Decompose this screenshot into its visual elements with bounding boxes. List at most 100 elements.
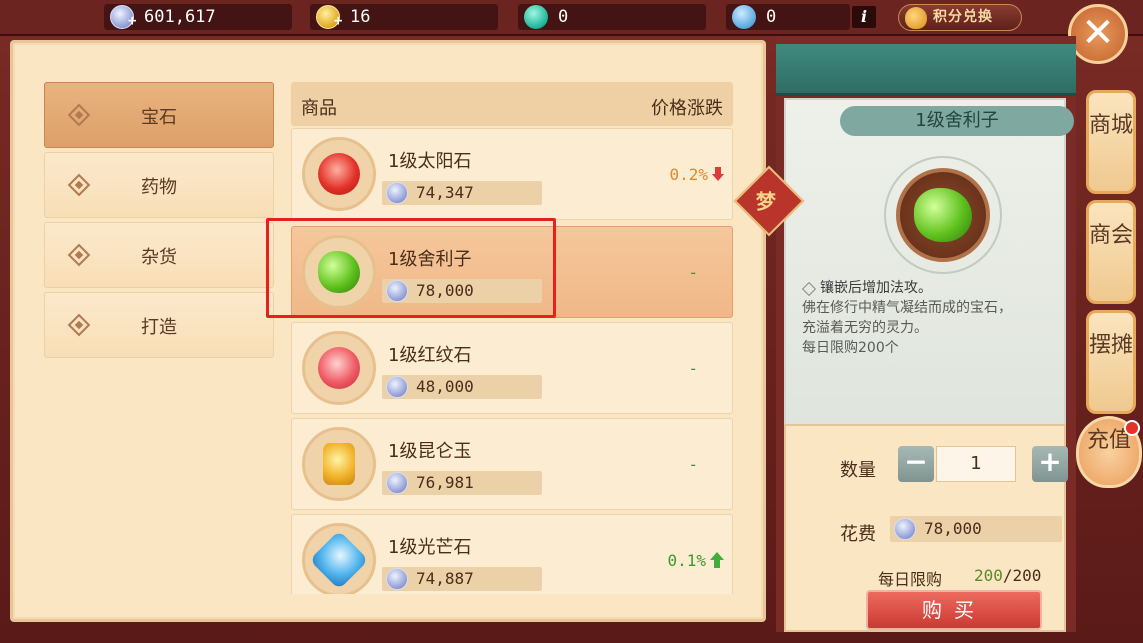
detail-desc-line: 充溢着无穷的灵力。 <box>802 320 928 336</box>
detail-desc-line: 佛在修行中精气凝结而成的宝石， <box>802 300 1012 316</box>
tab-guild[interactable]: 商会 <box>1086 200 1136 304</box>
item-list-header: 商品 价格涨跌 <box>291 82 733 126</box>
column-header-change: 价格涨跌 <box>651 98 723 119</box>
silver-coin-icon <box>386 280 408 302</box>
arrow-down-icon <box>712 167 724 181</box>
daily-limit-used: 200 <box>974 566 1003 585</box>
info-button[interactable]: i <box>852 6 876 28</box>
detail-daily-limit: 每日限购200个 <box>802 340 899 356</box>
diamond-icon <box>67 173 91 197</box>
currency-bar: + 601,617 + 16 0 0 i 积分兑换 <box>0 0 1143 36</box>
silver-coin-icon <box>894 518 916 540</box>
red-stone-icon <box>318 347 360 389</box>
item-price: 74,887 <box>382 567 542 591</box>
close-button[interactable]: ✕ <box>1068 4 1128 64</box>
daily-limit-total: /200 <box>1002 566 1042 585</box>
decrease-button[interactable]: − <box>898 446 934 482</box>
category-label: 杂货 <box>141 247 177 268</box>
item-name: 1级光芒石 <box>388 537 472 558</box>
column-header-item: 商品 <box>301 98 337 119</box>
list-item-selected[interactable]: 1级舍利子 78,000 - <box>291 226 733 318</box>
detail-description: 镶嵌后增加法攻。 佛在修行中精气凝结而成的宝石， 充溢着无穷的灵力。 每日限购2… <box>802 278 1068 358</box>
item-name: 1级红纹石 <box>388 345 472 366</box>
knot-label: 梦 <box>755 189 776 214</box>
increase-button[interactable]: + <box>1032 446 1068 482</box>
price-change-value: 0.1% <box>667 551 706 570</box>
price-change-value: 0.2% <box>669 165 708 184</box>
money-bag-icon <box>905 7 927 29</box>
category-label: 打造 <box>141 317 177 338</box>
item-price: 76,981 <box>382 471 542 495</box>
tab-mall[interactable]: 商城 <box>1086 90 1136 194</box>
plus-icon: + <box>128 13 137 29</box>
item-name: 1级舍利子 <box>388 249 472 270</box>
item-price-value: 48,000 <box>416 377 474 396</box>
plus-icon: + <box>334 13 343 29</box>
category-gems[interactable]: 宝石 <box>44 82 274 148</box>
diamond-icon <box>67 243 91 267</box>
item-price-value: 76,981 <box>416 473 474 492</box>
notification-dot <box>1124 420 1140 436</box>
list-item[interactable]: 1级红纹石 48,000 - <box>291 322 733 414</box>
price-change: 0.1% <box>667 551 724 570</box>
jade-value: 0 <box>558 7 569 27</box>
category-forging[interactable]: 打造 <box>44 292 274 358</box>
arrow-up-icon <box>710 552 724 568</box>
sun-stone-icon <box>318 153 360 195</box>
ticket-counter[interactable]: 0 <box>726 4 850 30</box>
diamond-icon <box>67 103 91 127</box>
ticket-icon <box>732 5 756 29</box>
sarira-icon <box>318 251 360 293</box>
scroll-cap <box>776 44 1076 96</box>
silver-coin-icon <box>386 376 408 398</box>
price-change: - <box>688 359 698 378</box>
points-exchange-label: 积分兑换 <box>933 9 993 25</box>
item-price: 74,347 <box>382 181 542 205</box>
item-price: 78,000 <box>382 279 542 303</box>
category-label: 药物 <box>141 177 177 198</box>
item-price-value: 74,887 <box>416 569 474 588</box>
daily-limit-value: 200/200 <box>974 566 1041 585</box>
category-list: 宝石 药物 杂货 打造 <box>44 82 274 362</box>
item-icon-frame <box>302 523 376 594</box>
item-price-value: 78,000 <box>416 281 474 300</box>
cost-label: 花费 <box>840 524 876 545</box>
jade-counter[interactable]: 0 <box>518 4 706 30</box>
item-name: 1级太阳石 <box>388 151 472 172</box>
kunlun-jade-icon <box>323 443 355 485</box>
jade-token-icon <box>524 5 548 29</box>
cost-value-bar: 78,000 <box>890 516 1062 542</box>
list-item[interactable]: 1级光芒石 74,887 0.1% <box>291 514 733 594</box>
sarira-icon <box>914 188 972 242</box>
item-icon-frame <box>302 235 376 309</box>
silver-coin-icon <box>386 182 408 204</box>
category-goods[interactable]: 杂货 <box>44 222 274 288</box>
tab-stall[interactable]: 摆摊 <box>1086 310 1136 414</box>
list-item[interactable]: 1级太阳石 74,347 0.2% <box>291 128 733 220</box>
price-change: 0.2% <box>669 165 724 184</box>
cost-value: 78,000 <box>924 519 982 538</box>
silver-counter[interactable]: + 601,617 <box>104 4 292 30</box>
daily-limit-label: 每日限购 <box>878 570 943 589</box>
item-detail: 1级舍利子 镶嵌后增加法攻。 佛在修行中精气凝结而成的宝石， 充溢着无穷的灵力。… <box>784 98 1074 434</box>
item-name: 1级昆仑玉 <box>388 441 472 462</box>
silver-coin-icon <box>386 472 408 494</box>
purchase-box: 数量 − 1 + 花费 78,000 每日限购 200/200 购买 <box>784 424 1068 632</box>
category-label: 宝石 <box>141 107 177 128</box>
list-item[interactable]: 1级昆仑玉 76,981 - <box>291 418 733 510</box>
quantity-input[interactable]: 1 <box>936 446 1016 482</box>
price-change: - <box>688 455 698 474</box>
silver-value: 601,617 <box>144 7 216 27</box>
detail-title: 1级舍利子 <box>840 106 1074 136</box>
points-exchange-button[interactable]: 积分兑换 <box>898 4 1022 31</box>
ticket-value: 0 <box>766 7 777 27</box>
detail-icon-frame <box>896 168 990 262</box>
category-medicine[interactable]: 药物 <box>44 152 274 218</box>
item-icon-frame <box>302 137 376 211</box>
buy-button[interactable]: 购买 <box>866 590 1042 630</box>
item-price-value: 74,347 <box>416 183 474 202</box>
quantity-label: 数量 <box>840 460 876 481</box>
detail-panel: 1级舍利子 镶嵌后增加法攻。 佛在修行中精气凝结而成的宝石， 充溢着无穷的灵力。… <box>733 36 1076 632</box>
item-list[interactable]: 1级太阳石 74,347 0.2% 1级舍利子 78,000 - 1级红纹石 4… <box>291 128 733 594</box>
gold-counter[interactable]: + 16 <box>310 4 498 30</box>
